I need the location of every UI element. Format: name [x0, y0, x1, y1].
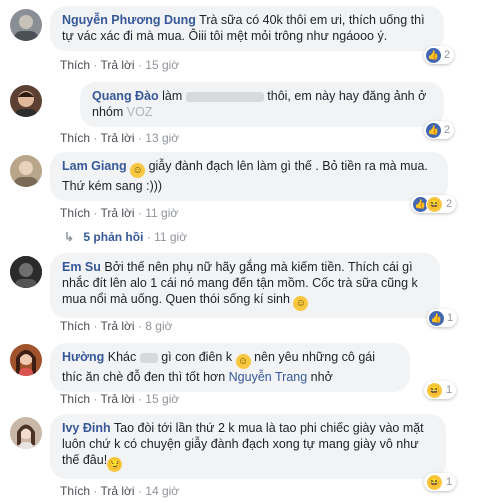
separator: · — [137, 392, 142, 406]
separator: · — [137, 206, 142, 220]
reaction-summary[interactable]: 👍 😆 2 — [411, 195, 457, 213]
timestamp[interactable]: 14 giờ — [145, 484, 179, 498]
comment-actions: Thích · Trả lời · 15 giờ — [60, 392, 179, 406]
comment-author[interactable]: Lam Giang — [62, 159, 127, 173]
timestamp[interactable]: 13 giờ — [145, 131, 179, 145]
separator: · — [146, 230, 151, 244]
reaction-summary[interactable]: 👍 2 — [424, 121, 455, 139]
comment-actions: Thích · Trả lời · 11 giờ — [60, 206, 178, 220]
separator: · — [137, 131, 142, 145]
comment-actions: Thích · Trả lời · 15 giờ — [60, 58, 179, 72]
avatar-image — [14, 161, 38, 187]
reaction-summary[interactable]: 😆 1 — [424, 381, 457, 399]
avatar-image — [16, 350, 36, 376]
reply-link[interactable]: Trả lời — [100, 319, 134, 333]
like-icon: 👍 — [426, 122, 441, 138]
reaction-summary[interactable]: 👍 2 — [424, 46, 455, 64]
comment-actions: Thích · Trả lời · 13 giờ — [60, 131, 179, 145]
haha-icon: 😆 — [426, 381, 443, 399]
avatar[interactable] — [10, 344, 42, 376]
timestamp[interactable]: 11 giờ — [145, 206, 178, 220]
like-link[interactable]: Thích — [60, 131, 90, 145]
comment-text: Khác — [107, 350, 137, 364]
like-link[interactable]: Thích — [60, 58, 90, 72]
haha-icon: 😆 — [426, 473, 443, 491]
separator: · — [93, 131, 98, 145]
redacted-text — [185, 91, 264, 102]
comment-author[interactable]: Quang Đào — [92, 89, 159, 103]
separator: · — [93, 58, 98, 72]
reaction-count: 2 — [446, 198, 453, 210]
avatar-image — [10, 256, 42, 288]
view-replies[interactable]: ↳ 5 phản hồi · 11 giờ — [64, 230, 187, 244]
reply-link[interactable]: Trả lời — [100, 484, 134, 498]
separator: · — [137, 58, 142, 72]
redacted-text — [139, 352, 158, 363]
reaction-summary[interactable]: 👍 1 — [427, 309, 458, 327]
avatar[interactable] — [10, 85, 42, 117]
reaction-summary[interactable]: 😆 1 — [424, 473, 457, 491]
reply-link[interactable]: Trả lời — [100, 392, 134, 406]
avatar-image — [14, 15, 38, 41]
comment-text: gì con điên k — [161, 350, 233, 364]
like-link[interactable]: Thích — [60, 319, 90, 333]
comment-text: làm — [162, 89, 183, 103]
replies-time: 11 giờ — [154, 230, 188, 244]
smirk-emoji-icon: 😏 — [107, 457, 123, 472]
comment-author[interactable]: Nguyễn Phương Dung — [62, 13, 196, 27]
like-icon: 👍 — [426, 47, 441, 63]
reply-link[interactable]: Trả lời — [100, 58, 134, 72]
avatar[interactable] — [10, 155, 42, 187]
separator: · — [93, 392, 98, 406]
timestamp[interactable]: 15 giờ — [145, 58, 179, 72]
like-icon: 👍 — [429, 310, 444, 326]
tagged-user-link[interactable]: Nguyễn Trang — [229, 370, 308, 384]
comment-text: Bởi thế nên phụ nữ hãy gắng mà kiếm tiền… — [62, 260, 418, 306]
smile-emoji-icon: ☺ — [130, 163, 146, 178]
replies-count: 5 phản hồi — [83, 230, 144, 244]
comment-author[interactable]: Ivy Đinh — [62, 421, 111, 435]
reaction-count: 1 — [446, 384, 453, 396]
comment-bubble: Nguyễn Phương Dung Trà sữa có 40k thôi e… — [50, 6, 444, 51]
reaction-count: 2 — [444, 124, 451, 136]
avatar[interactable] — [10, 417, 42, 449]
separator: · — [137, 319, 142, 333]
comment-bubble: Em Su Bởi thế nên phụ nữ hãy gắng mà kiế… — [50, 253, 440, 318]
timestamp[interactable]: 8 giờ — [145, 319, 172, 333]
reaction-count: 1 — [446, 476, 453, 488]
avatar[interactable] — [10, 9, 42, 41]
comment-bubble: Quang Đào làm thôi, em này hay đăng ảnh … — [80, 82, 444, 127]
separator: · — [93, 484, 98, 498]
comment-text: VOZ — [126, 105, 153, 119]
like-link[interactable]: Thích — [60, 484, 90, 498]
like-link[interactable]: Thích — [60, 392, 90, 406]
comment-bubble: Ivy Đinh Tao đòi tới lần thứ 2 k mua là … — [50, 414, 446, 479]
comment-author[interactable]: Em Su — [62, 260, 101, 274]
like-link[interactable]: Thích — [60, 206, 90, 220]
comment-actions: Thích · Trả lời · 14 giờ — [60, 484, 179, 498]
comment-text: nhở — [310, 370, 333, 384]
comment-actions: Thích · Trả lời · 8 giờ — [60, 319, 172, 333]
smile-emoji-icon: ☺ — [235, 354, 251, 369]
avatar-image — [15, 91, 37, 117]
avatar[interactable] — [10, 256, 42, 288]
haha-icon: 😆 — [426, 195, 443, 213]
reaction-count: 2 — [444, 49, 451, 61]
separator: · — [93, 206, 98, 220]
separator: · — [137, 484, 142, 498]
separator: · — [93, 319, 98, 333]
reaction-count: 1 — [447, 312, 454, 324]
comment-author[interactable]: Hường — [62, 350, 104, 364]
comment-bubble: Hường Khác gì con điên k ☺ nên yêu những… — [50, 343, 410, 392]
comment-bubble: Lam Giang ☺ giẫy đành đạch lên làm gì th… — [50, 152, 448, 201]
reply-link[interactable]: Trả lời — [100, 206, 134, 220]
reply-arrow-icon: ↳ — [64, 230, 75, 244]
timestamp[interactable]: 15 giờ — [145, 392, 179, 406]
avatar-image — [17, 424, 35, 449]
smile-emoji-icon: ☺ — [293, 296, 309, 311]
reply-link[interactable]: Trả lời — [100, 131, 134, 145]
